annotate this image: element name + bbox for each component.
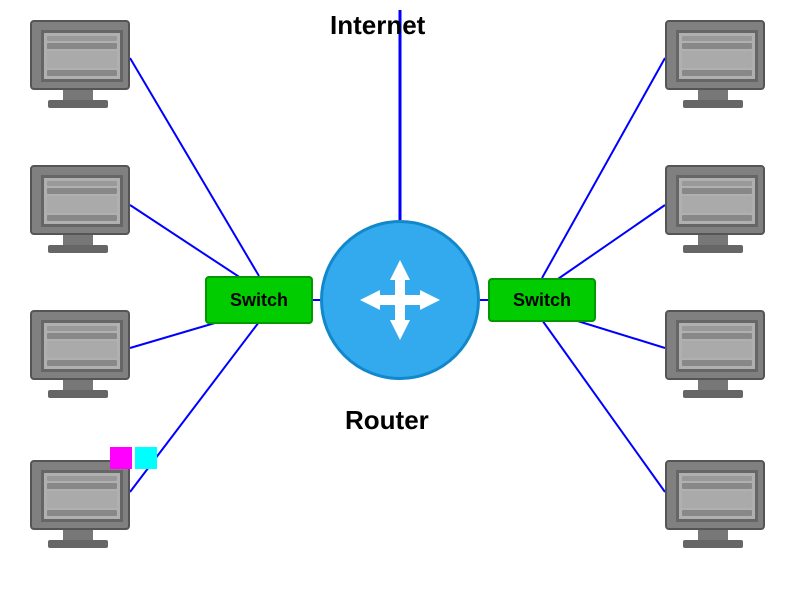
- router-arrows-svg: [350, 250, 450, 350]
- internet-label: Internet: [330, 10, 425, 41]
- switch-left: Switch: [205, 276, 313, 324]
- router-circle: [320, 220, 480, 380]
- computer-right-2: [660, 165, 770, 260]
- computer-left-3: [25, 310, 135, 405]
- router-label: Router: [345, 405, 429, 436]
- switch-right: Switch: [488, 278, 596, 322]
- computer-left-1: [25, 20, 135, 115]
- network-diagram: Internet: [0, 0, 800, 600]
- computer-right-1: [660, 20, 770, 115]
- computer-right-4: [660, 460, 770, 555]
- color-square-cyan: [135, 447, 157, 469]
- computer-left-2: [25, 165, 135, 260]
- color-square-magenta: [110, 447, 132, 469]
- computer-right-3: [660, 310, 770, 405]
- computer-left-4: [25, 460, 135, 555]
